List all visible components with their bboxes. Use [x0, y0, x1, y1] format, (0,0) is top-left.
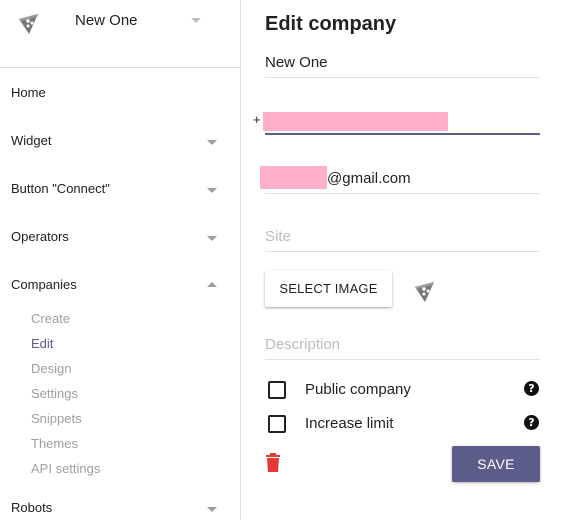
chevron-down-icon: [207, 236, 217, 241]
sidebar-item-button-connect[interactable]: Button "Connect": [0, 174, 240, 204]
chevron-down-icon: [207, 507, 217, 512]
pizza-slice-icon: [415, 282, 434, 302]
sidebar-item-label: Widget: [11, 133, 52, 148]
sidebar-subitem-design[interactable]: Design: [31, 361, 71, 376]
sidebar-item-label: Robots: [11, 500, 53, 515]
pizza-slice-icon: [19, 14, 38, 34]
company-name-value: New One: [265, 54, 328, 71]
chevron-down-icon: [207, 188, 217, 193]
sidebar-item-label: Operators: [11, 229, 69, 244]
public-company-row: Public company ?: [265, 379, 540, 403]
redacted-email-user: [260, 166, 327, 189]
email-suffix: @gmail.com: [327, 170, 411, 187]
trash-icon[interactable]: [265, 453, 281, 473]
save-button[interactable]: SAVE: [452, 446, 540, 482]
sidebar-item-widget[interactable]: Widget: [0, 126, 240, 156]
help-icon[interactable]: ?: [524, 381, 539, 396]
sidebar-subitem-themes[interactable]: Themes: [31, 436, 78, 451]
chevron-up-icon: [207, 282, 217, 287]
sidebar-subitem-snippets[interactable]: Snippets: [31, 411, 82, 426]
email-field[interactable]: @gmail.com: [260, 166, 540, 194]
help-icon[interactable]: ?: [524, 415, 539, 430]
increase-limit-checkbox[interactable]: [268, 415, 286, 433]
sidebar-item-companies[interactable]: Companies: [0, 270, 240, 300]
sidebar-item-home[interactable]: Home: [0, 78, 240, 108]
site-field[interactable]: Site: [265, 224, 540, 252]
sidebar-subitem-create[interactable]: Create: [31, 311, 70, 326]
sidebar-subitem-api-settings[interactable]: API settings: [31, 461, 100, 476]
sidebar-item-robots[interactable]: Robots: [0, 493, 240, 520]
description-field[interactable]: Description: [265, 332, 540, 360]
sidebar: New One Home Widget Button "Connect" Ope…: [0, 0, 241, 520]
sidebar-item-label: Home: [11, 85, 46, 100]
public-company-label: Public company: [305, 381, 411, 398]
increase-limit-row: Increase limit ?: [265, 413, 540, 437]
phone-field[interactable]: +: [253, 108, 540, 135]
sidebar-subitem-settings[interactable]: Settings: [31, 386, 78, 401]
description-placeholder: Description: [265, 336, 341, 353]
sidebar-item-label: Button "Connect": [11, 181, 110, 196]
sidebar-subitem-edit[interactable]: Edit: [31, 336, 53, 351]
redacted-phone: [263, 112, 448, 131]
phone-prefix: +: [253, 112, 261, 127]
edit-company-form: Edit company New One + @gmail.com Site S…: [241, 0, 567, 520]
site-placeholder: Site: [265, 228, 291, 245]
page-title: Edit company: [265, 13, 397, 35]
company-name: New One: [75, 12, 138, 29]
company-switcher[interactable]: New One: [0, 0, 240, 68]
chevron-down-icon[interactable]: [191, 18, 201, 23]
chevron-down-icon: [207, 140, 217, 145]
sidebar-item-label: Companies: [11, 277, 77, 292]
increase-limit-label: Increase limit: [305, 415, 394, 432]
sidebar-item-operators[interactable]: Operators: [0, 222, 240, 252]
select-image-button[interactable]: SELECT IMAGE: [265, 271, 392, 307]
public-company-checkbox[interactable]: [268, 381, 286, 399]
company-name-field[interactable]: New One: [265, 50, 540, 78]
